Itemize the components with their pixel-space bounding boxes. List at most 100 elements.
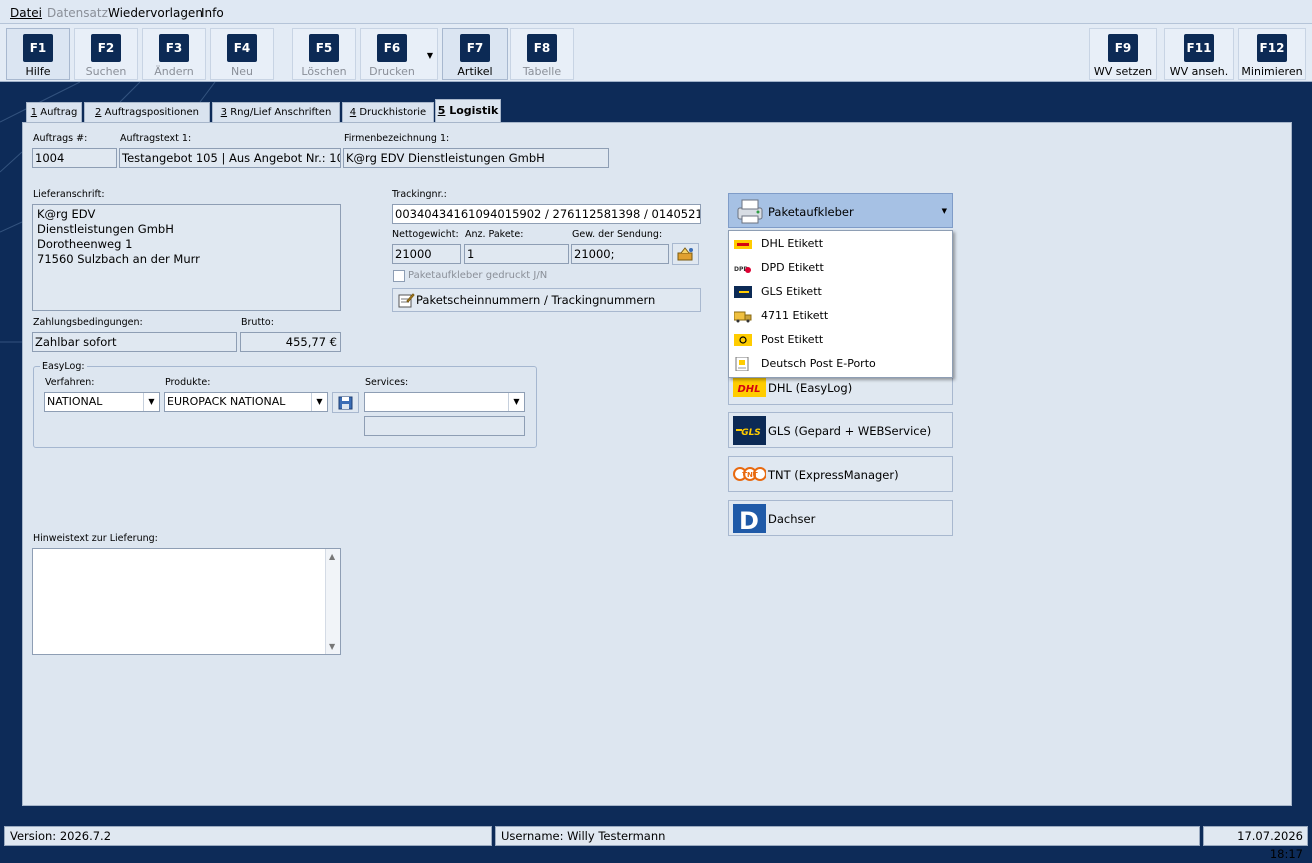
- carrier-tnt-button[interactable]: TNT TNT (ExpressManager): [728, 456, 953, 492]
- tab-auftragspositionen[interactable]: 2 Auftragspositionen: [84, 102, 210, 122]
- zahlung-label: Zahlungsbedingungen:: [33, 317, 143, 328]
- netto-label: Nettogewicht:: [392, 229, 459, 240]
- dropdown-item-gls[interactable]: GLS Etikett: [729, 280, 952, 304]
- carrier-dachser-button[interactable]: D Dachser: [728, 500, 953, 536]
- address-line-3: Dorotheenweg 1: [37, 237, 133, 251]
- delete-label: Löschen: [301, 65, 347, 78]
- chevron-down-icon[interactable]: ▼: [508, 393, 524, 411]
- menu-datensatz[interactable]: Datensatz: [47, 6, 108, 20]
- paketschein-button[interactable]: Paketscheinnummern / Trackingnummern: [392, 288, 701, 312]
- dropdown-item-dpd[interactable]: DPD DPD Etikett: [729, 256, 952, 280]
- print-button[interactable]: F6 Drucken ▼: [360, 28, 438, 80]
- status-version: Version: 2026.7.2: [4, 826, 492, 846]
- zahlung-field[interactable]: Zahlbar sofort: [32, 332, 237, 352]
- tab-auftrag[interactable]: 1 Auftrag: [26, 102, 82, 122]
- search-button[interactable]: F2 Suchen: [74, 28, 138, 80]
- services-select[interactable]: ▼: [364, 392, 525, 412]
- verfahren-select[interactable]: NATIONAL ▼: [44, 392, 160, 412]
- produkte-value: EUROPACK NATIONAL: [167, 395, 286, 408]
- carrier-tnt-label: TNT (ExpressManager): [768, 468, 899, 482]
- paketschein-label: Paketscheinnummern / Trackingnummern: [416, 293, 656, 307]
- f1-key-icon: F1: [23, 34, 53, 62]
- carrier-dhl-label: DHL (EasyLog): [768, 381, 853, 395]
- dropdown-item-dpd-label: DPD Etikett: [761, 261, 824, 274]
- weight-calc-button[interactable]: [672, 243, 699, 265]
- edit-button[interactable]: F3 Ändern: [142, 28, 206, 80]
- tnt-logo-icon: TNT: [733, 467, 766, 481]
- carrier-gls-button[interactable]: GLS GLS (Gepard + WEBService): [728, 412, 953, 448]
- produkte-save-button[interactable]: [332, 392, 359, 413]
- tab-auftragspositionen-label: Auftragspositionen: [101, 107, 199, 118]
- brutto-label: Brutto:: [241, 317, 274, 328]
- services-detail-field[interactable]: [364, 416, 525, 436]
- lieferanschrift-field[interactable]: K@rg EDV Dienstleistungen GmbH Dorotheen…: [32, 204, 341, 311]
- hinweis-label: Hinweistext zur Lieferung:: [33, 533, 158, 544]
- table-button[interactable]: F8 Tabelle: [510, 28, 574, 80]
- chevron-down-icon[interactable]: ▼: [427, 51, 433, 60]
- status-username: Username: Willy Testermann: [495, 826, 1200, 846]
- auftragsnr-field[interactable]: 1004: [32, 148, 117, 168]
- tracking-field[interactable]: 00340434161094015902 / 276112581398 / 01…: [392, 204, 701, 224]
- dropdown-item-eporto-label: Deutsch Post E-Porto: [761, 357, 876, 370]
- scroll-down-icon[interactable]: ▼: [329, 642, 335, 651]
- new-button[interactable]: F4 Neu: [210, 28, 274, 80]
- scroll-up-icon[interactable]: ▲: [329, 552, 335, 561]
- auftragstext-field[interactable]: Testangebot 105 | Aus Angebot Nr.: 105: [119, 148, 341, 168]
- tab-logistik[interactable]: 5 Logistik: [435, 99, 501, 123]
- menu-datei[interactable]: Datei: [10, 6, 42, 20]
- dropdown-item-dhl[interactable]: DHL Etikett: [729, 232, 952, 256]
- e-porto-icon: [735, 357, 749, 371]
- menu-bar: Datei Datensatz Wiedervorlagen Info: [0, 0, 1312, 24]
- paketaufkleber-label: Paketaufkleber: [768, 205, 854, 219]
- chevron-down-icon[interactable]: ▼: [143, 393, 159, 411]
- dropdown-item-post-label: Post Etikett: [761, 333, 824, 346]
- gedruckt-checkbox[interactable]: [393, 270, 405, 282]
- f4-key-icon: F4: [227, 34, 257, 62]
- dropdown-item-gls-label: GLS Etikett: [761, 285, 822, 298]
- status-datetime: 17.07.2026 18:17: [1203, 826, 1308, 861]
- wv-view-button[interactable]: F11 WV anseh.: [1164, 28, 1234, 80]
- chevron-down-icon[interactable]: ▼: [942, 207, 947, 215]
- dropdown-item-eporto[interactable]: Deutsch Post E-Porto: [729, 352, 952, 376]
- netto-field[interactable]: 21000: [392, 244, 461, 264]
- tab-auftrag-label: Auftrag: [37, 107, 78, 118]
- auftragsnr-label: Auftrags #:: [33, 133, 88, 144]
- scale-icon: [677, 247, 693, 261]
- menu-wiedervorlagen[interactable]: Wiedervorlagen: [108, 6, 203, 20]
- f8-key-icon: F8: [527, 34, 557, 62]
- articles-button[interactable]: F7 Artikel: [442, 28, 508, 80]
- minimize-button[interactable]: F12 Minimieren: [1238, 28, 1306, 80]
- gls-logo-icon: GLS: [733, 416, 766, 445]
- help-button[interactable]: F1 Hilfe: [6, 28, 70, 80]
- svg-text:DHL: DHL: [737, 384, 760, 395]
- tab-rng-lief-anschriften[interactable]: 3 Rng/Lief Anschriften: [212, 102, 340, 122]
- svg-text:TNT: TNT: [742, 471, 758, 479]
- hinweis-scrollbar[interactable]: ▲ ▼: [325, 549, 340, 654]
- menu-info[interactable]: Info: [201, 6, 224, 20]
- address-line-2: Dienstleistungen GmbH: [37, 222, 174, 236]
- truck-icon: [734, 311, 752, 323]
- chevron-down-icon[interactable]: ▼: [311, 393, 327, 411]
- paketaufkleber-button[interactable]: Paketaufkleber ▼: [728, 193, 953, 228]
- pakete-field[interactable]: 1: [464, 244, 569, 264]
- dropdown-item-4711[interactable]: 4711 Etikett: [729, 304, 952, 328]
- produkte-select[interactable]: EUROPACK NATIONAL ▼: [164, 392, 328, 412]
- dropdown-item-dhl-label: DHL Etikett: [761, 237, 824, 250]
- f9-key-icon: F9: [1108, 34, 1138, 62]
- hinweis-textarea[interactable]: ▲ ▼: [32, 548, 341, 655]
- f7-key-icon: F7: [460, 34, 490, 62]
- gewicht-label: Gew. der Sendung:: [572, 229, 663, 240]
- gewicht-field[interactable]: 21000;: [571, 244, 669, 264]
- tab-druckhistorie-label: Druckhistorie: [356, 107, 427, 118]
- firma-label: Firmenbezeichnung 1:: [344, 133, 450, 144]
- delete-button[interactable]: F5 Löschen: [292, 28, 356, 80]
- edit-label: Ändern: [154, 65, 194, 78]
- firma-field[interactable]: K@rg EDV Dienstleistungen GmbH: [343, 148, 609, 168]
- tab-rng-label: Rng/Lief Anschriften: [227, 107, 332, 118]
- tab-druckhistorie[interactable]: 4 Druckhistorie: [342, 102, 434, 122]
- wv-set-button[interactable]: F9 WV setzen: [1089, 28, 1157, 80]
- dropdown-item-post[interactable]: Post Etikett: [729, 328, 952, 352]
- wv-view-label: WV anseh.: [1169, 65, 1229, 78]
- brutto-field[interactable]: 455,77 €: [240, 332, 341, 352]
- minimize-label: Minimieren: [1241, 65, 1303, 78]
